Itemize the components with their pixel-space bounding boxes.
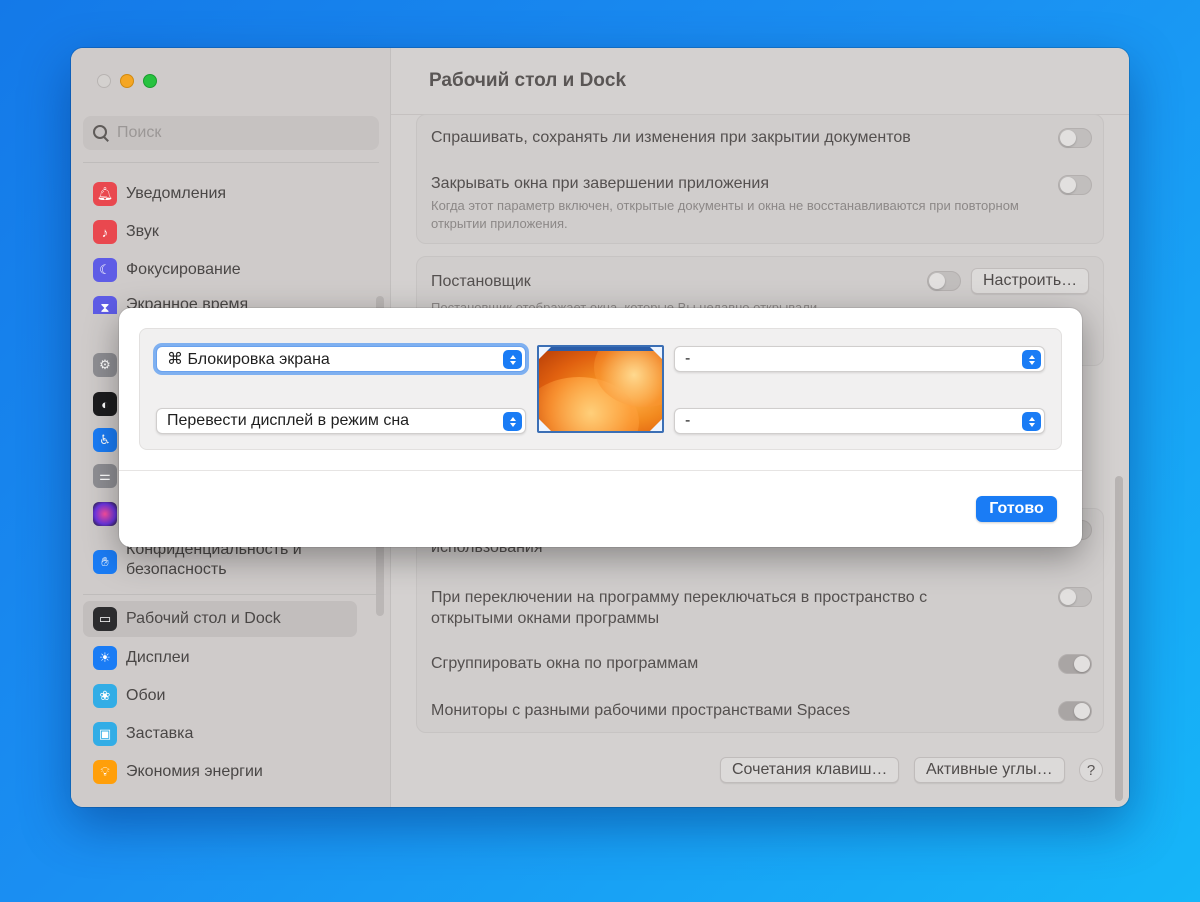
gear-icon: ⚙ [93, 353, 117, 377]
monitors-spaces-toggle[interactable] [1058, 701, 1092, 721]
sidebar-item-label: Фокусирование [126, 261, 241, 278]
close-windows-label: Закрывать окна при завершении приложения [431, 175, 769, 192]
hand-icon: ✋︎ [93, 550, 117, 574]
close-window-button[interactable] [97, 74, 111, 88]
corner-marker-top-left [539, 347, 551, 359]
dock-icon: ▭ [93, 607, 117, 631]
sidebar-item-general[interactable]: ⚙ [83, 352, 117, 378]
monitors-spaces-label: Мониторы с разными рабочими пространства… [431, 702, 851, 719]
close-windows-description: Когда этот параметр включен, открытые до… [431, 198, 1019, 231]
sidebar-divider [83, 594, 379, 595]
siri-icon [93, 502, 117, 526]
switch-space-label: При переключении на программу переключат… [431, 589, 928, 627]
screen-preview-image [537, 345, 664, 433]
chevron-updown-icon [1022, 350, 1041, 369]
main-scrollbar[interactable] [1115, 476, 1123, 801]
done-button[interactable]: Готово [976, 496, 1057, 522]
appearance-icon: ◐ [93, 392, 117, 416]
sidebar-item-desktop-dock[interactable]: ▭ Рабочий стол и Dock [83, 601, 357, 637]
sidebar-item-displays[interactable]: ☀ Дисплеи [83, 640, 357, 676]
stage-manager-toggle[interactable] [927, 271, 961, 291]
sidebar-item-label: Звук [126, 223, 159, 240]
documents-group: Спрашивать, сохранять ли изменения при з… [416, 114, 1104, 244]
sidebar-item-notifications[interactable]: 🔔︎ Уведомления [83, 176, 357, 212]
flower-icon: ❀ [93, 684, 117, 708]
sidebar-item-label: Уведомления [126, 185, 227, 202]
stage-manager-configure-button[interactable]: Настроить… [971, 268, 1090, 294]
top-left-corner-value: ⌘ Блокировка экрана [167, 351, 330, 368]
sidebar-item-focus[interactable]: ☾ Фокусирование [83, 252, 357, 288]
sidebar-item-sound[interactable]: ♪ Звук [83, 214, 357, 250]
sidebar-item-control-center[interactable]: ⚌ [83, 458, 117, 494]
moon-icon: ☾ [93, 258, 117, 282]
search-icon [91, 123, 111, 143]
page-title: Рабочий стол и Dock [429, 70, 627, 91]
top-left-corner-select[interactable]: ⌘ Блокировка экрана [156, 346, 526, 372]
hot-corners-sheet: ⌘ Блокировка экрана Перевести дисплей в … [119, 308, 1082, 547]
toggles-icon: ⚌ [93, 464, 117, 488]
screensaver-icon: ▣ [93, 722, 117, 746]
chevron-updown-icon [503, 350, 522, 369]
chevron-updown-icon [503, 412, 522, 431]
sidebar-item-energy[interactable]: 💡︎ Экономия энергии [83, 754, 357, 790]
hourglass-icon: ⧗ [93, 296, 117, 314]
corner-marker-bottom-left [539, 419, 551, 431]
maximize-window-button[interactable] [143, 74, 157, 88]
ask-save-label: Спрашивать, сохранять ли изменения при з… [431, 129, 911, 146]
bottom-right-corner-value: - [685, 412, 691, 429]
sidebar-item-siri[interactable] [83, 496, 117, 532]
sidebar-item-label: Заставка [126, 725, 194, 742]
close-windows-toggle[interactable] [1058, 175, 1092, 195]
ask-save-toggle[interactable] [1058, 128, 1092, 148]
bottom-left-corner-select[interactable]: Перевести дисплей в режим сна [156, 408, 526, 434]
hot-corners-button[interactable]: Активные углы… [914, 757, 1065, 783]
accessibility-icon: ♿︎ [93, 428, 117, 452]
sun-icon: ☀ [93, 646, 117, 670]
group-windows-label: Сгруппировать окна по программам [431, 655, 699, 672]
preview-menubar [539, 347, 662, 351]
sidebar-item-label: Обои [126, 687, 166, 704]
sidebar-item-label: Рабочий стол и Dock [126, 610, 281, 627]
sidebar-item-appearance[interactable]: ◐ [83, 386, 117, 422]
sidebar-item-label: Дисплеи [126, 649, 190, 666]
window-controls [97, 74, 157, 88]
chevron-updown-icon [1022, 412, 1041, 431]
stage-manager-label: Постановщик [431, 273, 531, 290]
switch-space-toggle[interactable] [1058, 587, 1092, 607]
sheet-divider [119, 470, 1082, 471]
bell-icon: 🔔︎ [93, 182, 117, 206]
group-windows-toggle[interactable] [1058, 654, 1092, 674]
speaker-icon: ♪ [93, 220, 117, 244]
sidebar-item-wallpaper[interactable]: ❀ Обои [83, 678, 357, 714]
bottom-right-corner-select[interactable]: - [674, 408, 1045, 434]
top-right-corner-select[interactable]: - [674, 346, 1045, 372]
bottom-left-corner-value: Перевести дисплей в режим сна [167, 412, 410, 429]
minimize-window-button[interactable] [120, 74, 134, 88]
bulb-icon: 💡︎ [93, 760, 117, 784]
sidebar-item-accessibility[interactable]: ♿︎ [83, 422, 117, 458]
sidebar-divider [83, 162, 379, 163]
help-button[interactable]: ? [1079, 758, 1103, 782]
corner-marker-bottom-right [650, 419, 662, 431]
corner-marker-top-right [650, 347, 662, 359]
search-placeholder: Поиск [117, 124, 162, 141]
sidebar-item-screensaver[interactable]: ▣ Заставка [83, 716, 357, 752]
sidebar-item-label: Экономия энергии [126, 763, 263, 780]
keyboard-shortcuts-button[interactable]: Сочетания клавиш… [720, 757, 900, 783]
top-right-corner-value: - [685, 350, 691, 367]
search-field[interactable]: Поиск [83, 116, 379, 150]
